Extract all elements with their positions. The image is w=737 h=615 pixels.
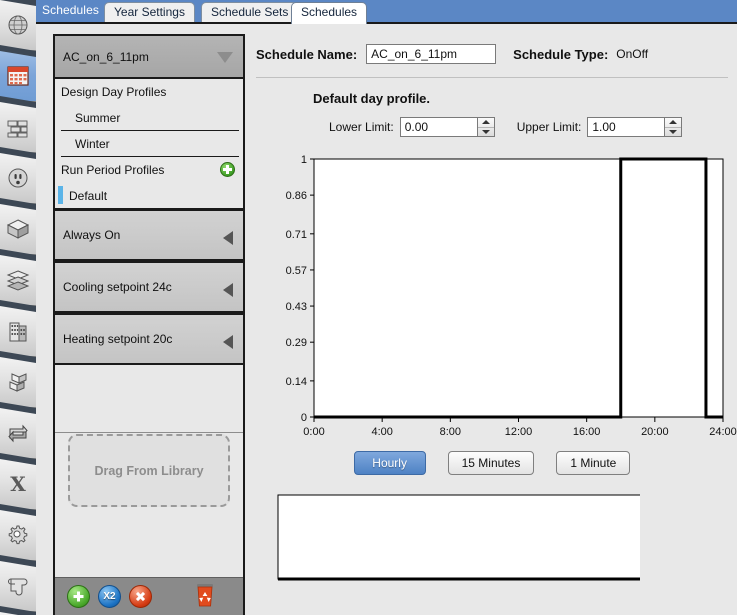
chevron-down-icon	[217, 52, 233, 63]
svg-text:8:00: 8:00	[440, 426, 461, 438]
cube-icon[interactable]	[0, 204, 36, 255]
svg-text:0.86: 0.86	[286, 190, 307, 202]
chart-canvas[interactable]: 0 0.14 0.29 0.43 0.57 0.71 0.86 1 0:00 4:00 8:00 12…	[251, 149, 737, 439]
sidebar-action-toolbar: X2	[55, 577, 243, 615]
gear-icon[interactable]	[0, 510, 36, 561]
svg-text:0.71: 0.71	[286, 229, 307, 241]
schedule-selector-expanded[interactable]: AC_on_6_11pm	[55, 36, 243, 79]
tree-item-default[interactable]: Default	[55, 183, 243, 209]
bricks-icon[interactable]	[0, 102, 36, 153]
add-profile-icon[interactable]	[220, 162, 235, 177]
blocks-icon[interactable]	[0, 357, 36, 408]
interval-1-minute-button[interactable]: 1 Minute	[556, 451, 631, 475]
schedule-name-row: Schedule Name: Schedule Type: OnOff	[256, 42, 733, 66]
topbar-title: Schedules	[42, 3, 99, 17]
interval-button-group: Hourly 15 Minutes 1 Minute	[251, 451, 733, 475]
duplicate-schedule-button[interactable]: X2	[98, 585, 121, 608]
tab-schedules[interactable]: Schedules	[291, 2, 368, 24]
tree-group-design-day-profiles[interactable]: Design Day Profiles	[55, 79, 243, 105]
tree-item-summer[interactable]: Summer	[61, 105, 239, 131]
left-icon-rail: X	[0, 0, 36, 615]
svg-text:0.43: 0.43	[286, 301, 307, 313]
tab-bar: Schedules Year Settings Schedule Sets Sc…	[36, 0, 737, 24]
profile-tree: Design Day Profiles Summer Winter Run Pe…	[55, 79, 243, 209]
limits-row: Lower Limit: Upper Limit:	[329, 117, 733, 137]
svg-text:16:00: 16:00	[573, 426, 601, 438]
schedule-name-label: Schedule Name:	[256, 46, 358, 62]
svg-text:24:00: 24:00	[709, 426, 737, 438]
svg-text:1: 1	[301, 154, 307, 166]
chevron-left-icon	[223, 335, 233, 349]
lower-limit-input[interactable]	[399, 117, 478, 137]
layers-icon[interactable]	[0, 255, 36, 306]
upper-limit-input[interactable]	[587, 117, 666, 137]
outlet-icon[interactable]	[0, 153, 36, 204]
schedule-item-heating-setpoint[interactable]: Heating setpoint 20c	[55, 313, 243, 365]
day-profile-chart[interactable]: 0 0.14 0.29 0.43 0.57 0.71 0.86 1 0:00 4:00 8:00 12…	[251, 149, 737, 439]
svg-text:0:00: 0:00	[303, 426, 324, 438]
schedules-panel: AC_on_6_11pm Design Day Profiles Summer …	[36, 22, 737, 615]
schedule-list-sidebar: AC_on_6_11pm Design Day Profiles Summer …	[53, 34, 245, 615]
schedule-type-value: OnOff	[616, 47, 649, 61]
svg-text:0.14: 0.14	[286, 376, 307, 388]
application-window: X Schedules Year Settings Schedule Sets …	[0, 0, 737, 615]
svg-text:0: 0	[301, 412, 307, 424]
chevron-left-icon	[223, 231, 233, 245]
schedule-name-input[interactable]	[366, 44, 497, 64]
building-icon[interactable]	[0, 306, 36, 357]
svg-text:4:00: 4:00	[371, 426, 392, 438]
scroll-icon[interactable]	[0, 561, 36, 612]
svg-text:0.57: 0.57	[286, 265, 307, 277]
selection-indicator	[58, 186, 63, 204]
variables-icon[interactable]: X	[0, 459, 36, 510]
lower-limit-stepper[interactable]	[477, 117, 495, 137]
schedule-type-label: Schedule Type:	[513, 46, 609, 62]
tab-year-settings[interactable]: Year Settings	[104, 2, 195, 22]
header-divider	[256, 77, 728, 78]
upper-limit-label: Upper Limit:	[516, 120, 582, 134]
mini-chart-canvas[interactable]	[266, 489, 737, 585]
lower-limit-label: Lower Limit:	[329, 120, 394, 134]
interval-15-minutes-button[interactable]: 15 Minutes	[447, 451, 535, 475]
svg-text:20:00: 20:00	[641, 426, 669, 438]
upper-limit-stepper[interactable]	[665, 117, 683, 137]
add-schedule-button[interactable]	[67, 585, 90, 608]
tree-group-run-period-profiles[interactable]: Run Period Profiles	[55, 157, 243, 183]
chevron-left-icon	[223, 283, 233, 297]
sidebar-empty-space	[55, 365, 243, 433]
schedule-item-cooling-setpoint[interactable]: Cooling setpoint 24c	[55, 261, 243, 313]
interval-hourly-button[interactable]: Hourly	[353, 451, 426, 475]
svg-text:0.29: 0.29	[286, 337, 307, 349]
schedule-editor: Schedule Name: Schedule Type: OnOff Defa…	[251, 34, 737, 615]
calendar-icon[interactable]	[0, 51, 36, 102]
refresh-cycle-icon[interactable]	[0, 408, 36, 459]
svg-text:X: X	[10, 472, 26, 496]
schedule-selector-label: AC_on_6_11pm	[63, 49, 149, 64]
drop-zone-container: Drag From Library	[55, 433, 243, 508]
globe-icon[interactable]	[0, 0, 36, 51]
delete-schedule-button[interactable]	[129, 585, 152, 608]
tree-item-winter[interactable]: Winter	[61, 131, 239, 157]
tab-schedule-sets[interactable]: Schedule Sets	[201, 2, 299, 22]
recycle-bin-icon[interactable]	[193, 582, 217, 611]
svg-text:12:00: 12:00	[505, 426, 533, 438]
year-profile-strip-chart[interactable]	[266, 489, 737, 585]
day-profile-title: Default day profile.	[313, 91, 431, 106]
drag-from-library-dropzone[interactable]: Drag From Library	[68, 434, 230, 507]
schedule-item-always-on[interactable]: Always On	[55, 209, 243, 261]
